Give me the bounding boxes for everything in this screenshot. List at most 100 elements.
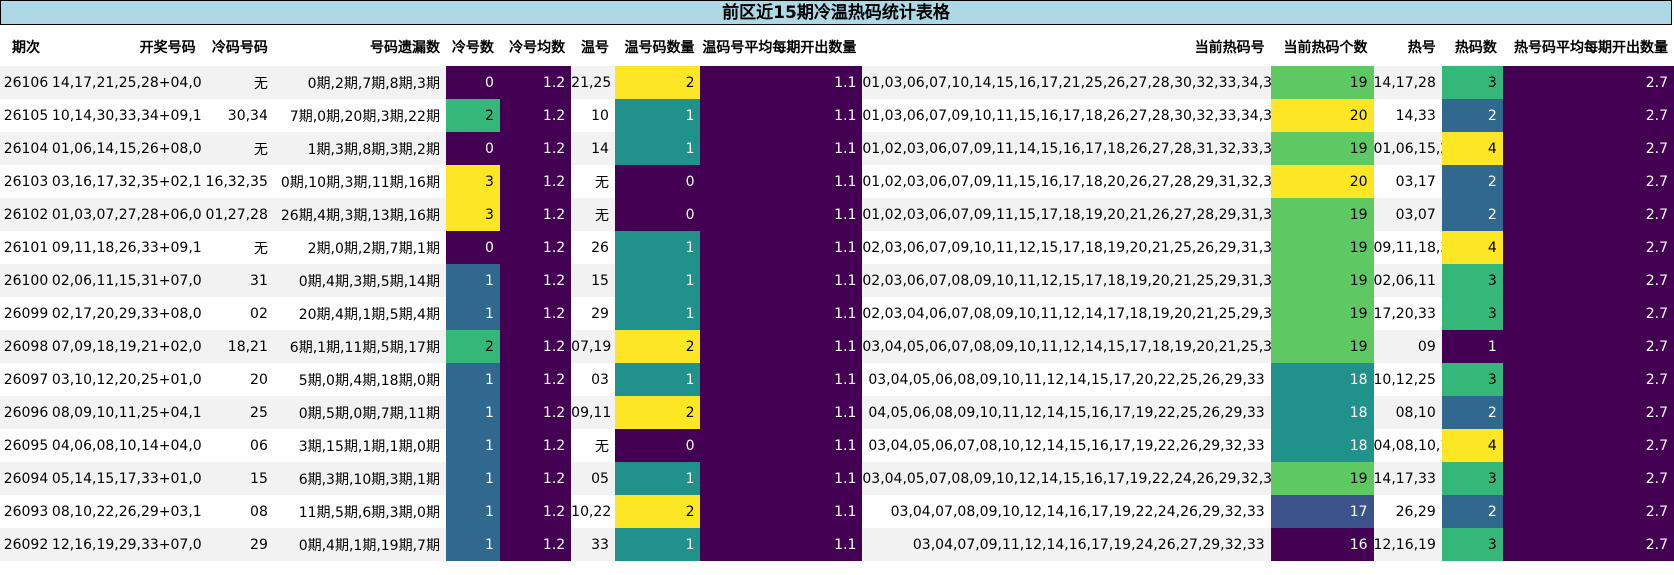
cell-warm-count: 1 [614,363,701,396]
cell-cold-avg: 1.2 [499,528,572,561]
cell-draw: 05,14,15,17,33+01,07 [51,462,202,495]
cell-hot-avg: 2.7 [1502,132,1674,165]
cell-period: 26097 [0,363,52,396]
cell-hot-avg: 2.7 [1502,66,1674,99]
cell-cold-avg: 1.2 [499,297,572,330]
cell-hot-avg: 2.7 [1502,165,1674,198]
cell-cold-count: 0 [445,66,500,99]
cell-hot-numbers: 03,04,07,09,11,12,14,16,17,19,24,26,27,2… [862,528,1271,561]
cell-warm-avg: 1.1 [700,396,863,429]
cell-warm-count: 2 [614,330,701,363]
table-row: 26097 03,10,12,20,25+01,09 20 5期,0期,4期,18期,… [0,363,1674,396]
cell-period: 26094 [0,462,52,495]
cell-hot-total: 16 [1270,528,1374,561]
cell-hot-count: 2 [1441,495,1503,528]
cell-hot-numbers: 03,04,05,06,07,08,09,10,11,12,14,15,17,1… [862,330,1271,363]
cell-cold-count: 1 [445,429,500,462]
cell-cold-numbers: 20 [201,363,274,396]
cell-hot-count: 3 [1441,297,1503,330]
cell-warm-count: 2 [614,495,701,528]
cell-hot-total: 19 [1270,462,1374,495]
cell-hot-avg: 2.7 [1502,462,1674,495]
cell-cold-avg: 1.2 [499,231,572,264]
cell-miss-count: 2期,0期,2期,7期,1期 [273,231,446,264]
cell-warm-avg: 1.1 [700,165,863,198]
cell-hot-count: 3 [1441,264,1503,297]
cell-period: 26104 [0,132,52,165]
cell-warm-avg: 1.1 [700,198,863,231]
cell-hot-numbers: 02,03,06,07,09,10,11,12,15,17,18,19,20,2… [862,231,1271,264]
table-row: 26106 14,17,21,25,28+04,06 无 0期,2期,7期,8期,3期… [0,66,1674,99]
cell-cold-count: 3 [445,198,500,231]
cell-warm-count: 1 [614,528,701,561]
table-body: 26106 14,17,21,25,28+04,06 无 0期,2期,7期,8期,3期… [0,66,1674,561]
cell-warm-avg: 1.1 [700,429,863,462]
table-row: 26095 04,06,08,10,14+04,05 06 3期,15期,1期,1期,… [0,429,1674,462]
cell-warm-count: 0 [614,198,701,231]
cell-cold-count: 1 [445,528,500,561]
header-row: 期次 开奖号码 冷码号码 号码遗漏数 冷号数 冷号均数 温号 温号码数量 温码号… [0,27,1674,66]
cell-miss-count: 0期,4期,3期,5期,14期 [273,264,446,297]
cell-cold-numbers: 08 [201,495,274,528]
cell-hot-numbers: 02,03,04,06,07,08,09,10,11,12,14,17,18,1… [862,297,1271,330]
cell-hot-numbers: 03,04,05,06,08,09,10,11,12,14,15,17,20,2… [862,363,1271,396]
cell-hot-numbers: 01,02,03,06,07,09,11,15,17,18,19,20,21,2… [862,198,1271,231]
cell-hot-nums: 04,08,10,14 [1373,429,1442,462]
header-hot: 当前热码号 [862,27,1271,66]
cell-warm-numbers: 无 [571,198,615,231]
cell-warm-numbers: 07,19 [571,330,615,363]
cell-draw: 02,06,11,15,31+07,08 [51,264,202,297]
cell-draw: 09,11,18,26,33+09,11 [51,231,202,264]
cell-hot-nums: 10,12,25 [1373,363,1442,396]
cell-hot-total: 19 [1270,231,1374,264]
stats-table-sheet: 前区近15期冷温热码统计表格 期次 开奖号码 冷码号码 号码遗漏数 冷号数 冷号… [0,0,1674,575]
cell-warm-count: 1 [614,264,701,297]
cell-hot-nums: 09 [1373,330,1442,363]
cell-period: 26098 [0,330,52,363]
cell-hot-count: 2 [1441,165,1503,198]
cell-hot-nums: 14,33 [1373,99,1442,132]
table-row: 26101 09,11,18,26,33+09,11 无 2期,0期,2期,7期,1期… [0,231,1674,264]
header-warm-avg: 温码号平均每期开出数量 [700,27,863,66]
cell-draw: 12,16,19,29,33+07,09 [51,528,202,561]
cell-period: 26100 [0,264,52,297]
table-row: 26102 01,03,07,27,28+06,07 01,27,28 26期,4期,… [0,198,1674,231]
cell-hot-avg: 2.7 [1502,330,1674,363]
cell-warm-count: 1 [614,132,701,165]
cell-hot-total: 19 [1270,198,1374,231]
cell-hot-total: 19 [1270,264,1374,297]
table-row: 26093 08,10,22,26,29+03,10 08 11期,5期,6期,3期,… [0,495,1674,528]
cell-cold-avg: 1.2 [499,396,572,429]
cell-hot-numbers: 01,02,03,06,07,09,11,14,15,16,17,18,26,2… [862,132,1271,165]
header-cold: 冷码号码 [201,27,274,66]
cell-cold-avg: 1.2 [499,198,572,231]
cell-warm-numbers: 无 [571,165,615,198]
cell-miss-count: 7期,0期,20期,3期,22期 [273,99,446,132]
cell-draw: 07,09,18,19,21+02,09 [51,330,202,363]
cell-draw: 03,10,12,20,25+01,09 [51,363,202,396]
cell-period: 26105 [0,99,52,132]
cell-hot-count: 3 [1441,528,1503,561]
cell-hot-nums: 02,06,11 [1373,264,1442,297]
cell-hot-total: 20 [1270,165,1374,198]
cell-hot-avg: 2.7 [1502,528,1674,561]
cell-cold-avg: 1.2 [499,330,572,363]
cell-period: 26093 [0,495,52,528]
header-period: 期次 [0,27,52,66]
cell-draw: 04,06,08,10,14+04,05 [51,429,202,462]
cell-miss-count: 6期,3期,10期,3期,1期 [273,462,446,495]
cell-hot-nums: 26,29 [1373,495,1442,528]
cell-cold-count: 0 [445,231,500,264]
cell-cold-avg: 1.2 [499,165,572,198]
cell-draw: 03,16,17,32,35+02,12 [51,165,202,198]
cell-miss-count: 6期,1期,11期,5期,17期 [273,330,446,363]
cell-hot-numbers: 01,02,03,06,07,09,11,15,16,17,18,20,26,2… [862,165,1271,198]
cell-warm-numbers: 03 [571,363,615,396]
cell-warm-count: 1 [614,99,701,132]
cell-draw: 02,17,20,29,33+08,09 [51,297,202,330]
cell-warm-avg: 1.1 [700,231,863,264]
cell-miss-count: 0期,4期,1期,19期,7期 [273,528,446,561]
cell-hot-nums: 14,17,33 [1373,462,1442,495]
cell-cold-numbers: 无 [201,66,274,99]
cell-hot-numbers: 03,04,05,07,08,09,10,12,14,15,16,17,19,2… [862,462,1271,495]
